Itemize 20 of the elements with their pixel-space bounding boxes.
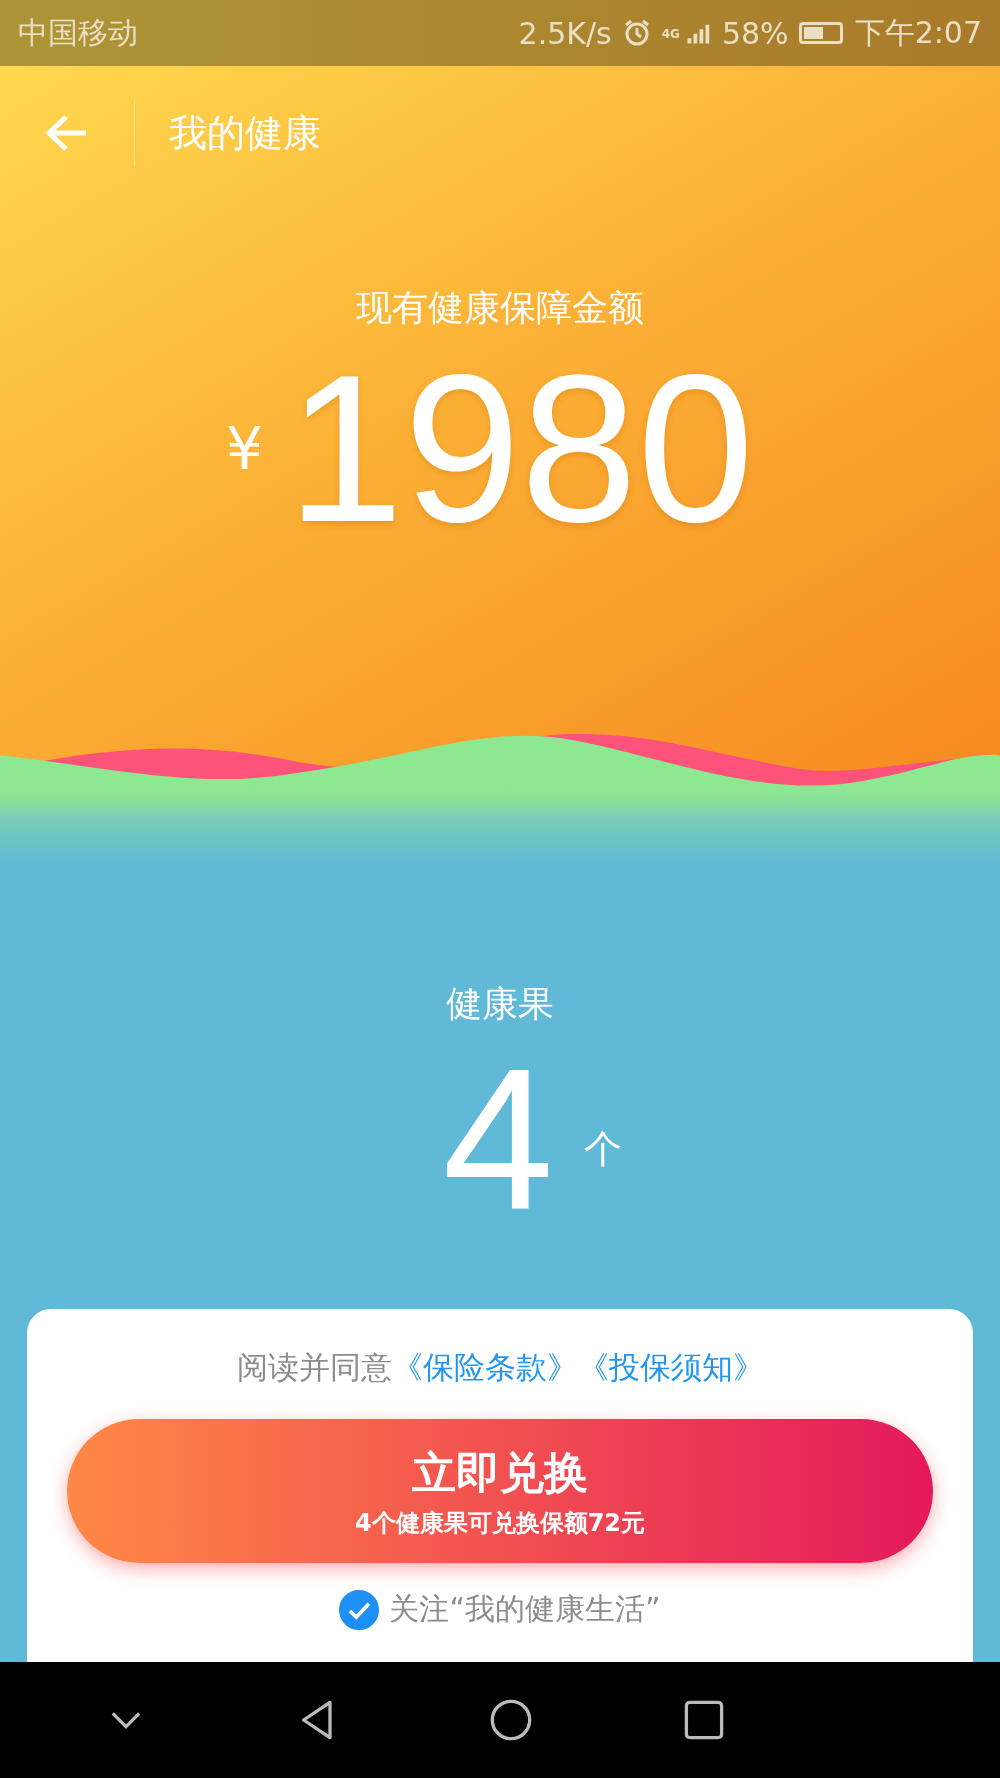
count-unit: 个 <box>583 1125 622 1173</box>
balance-amount: 1980 <box>286 339 755 559</box>
network-speed: 2.5K/s <box>518 15 612 51</box>
battery-icon <box>798 22 843 44</box>
agreement-text: 阅读并同意 <box>236 1348 392 1387</box>
clock: 下午2:07 <box>854 13 982 52</box>
balance-label: 现有健康保障金额 <box>355 286 645 330</box>
policy-link[interactable]: 《投保须知》 <box>577 1347 764 1389</box>
fruit-count: 4 <box>442 1039 554 1239</box>
policy-link[interactable]: 《保险条款》 <box>391 1347 578 1389</box>
carrier-name: 中国移动 <box>18 13 138 52</box>
page-title: 我的健康 <box>169 109 321 157</box>
network-type: 4G <box>661 26 680 41</box>
battery-percent: 58% <box>721 15 789 51</box>
fruit-label: 健康果 <box>446 982 554 1026</box>
exchange-button[interactable]: 立即兑换 4个健康果可兑换保额72元 <box>67 1419 933 1563</box>
currency-symbol: ¥ <box>225 415 263 483</box>
follow-label: 关注“我的健康生活” <box>389 1590 661 1628</box>
home-icon[interactable] <box>489 1698 534 1742</box>
follow-checkbox[interactable] <box>339 1589 380 1630</box>
